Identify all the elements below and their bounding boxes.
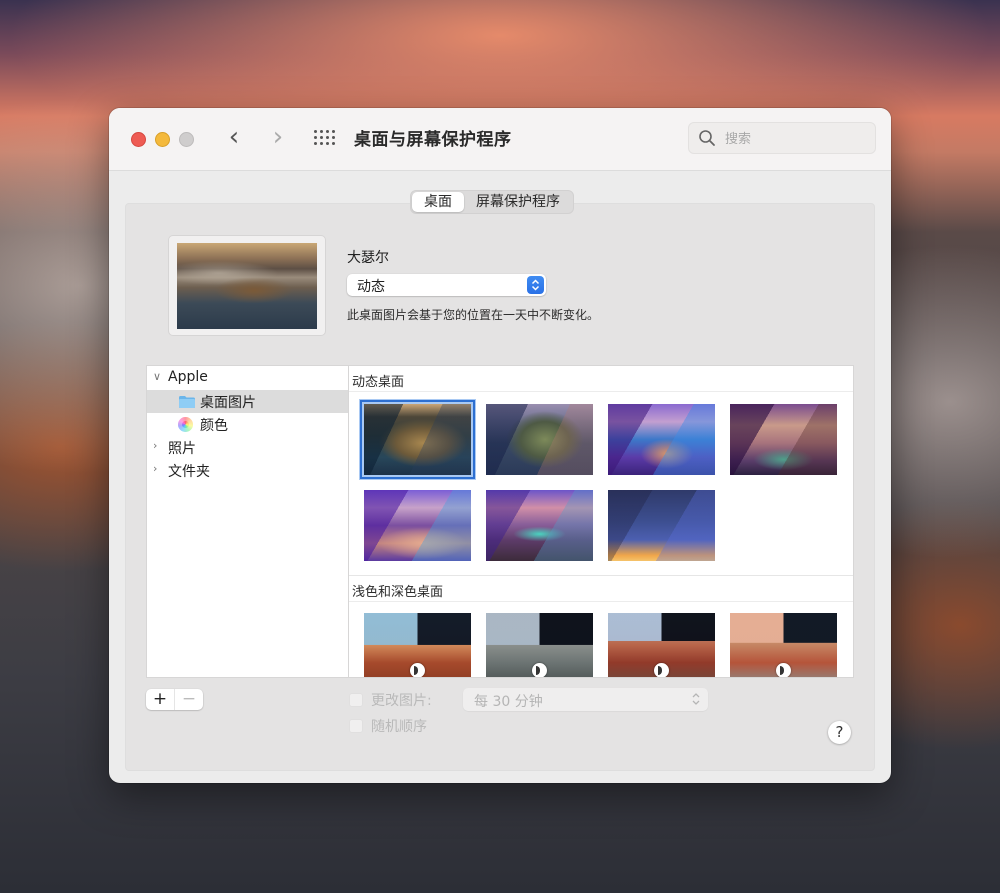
source-group-apple[interactable]: ∨ Apple bbox=[147, 367, 348, 390]
random-order-label: 随机顺序 bbox=[371, 719, 427, 735]
wallpaper-gallery[interactable]: 动态桌面 浅色和深色桌面 bbox=[348, 365, 854, 678]
wallpaper-thumb[interactable] bbox=[486, 490, 593, 561]
tab-desktop[interactable]: 桌面 bbox=[412, 192, 464, 212]
change-picture-checkbox[interactable] bbox=[349, 693, 363, 707]
tab-screensaver[interactable]: 屏幕保护程序 bbox=[464, 192, 572, 212]
light-dark-icon bbox=[410, 663, 425, 677]
source-group-folders[interactable]: › 文件夹 bbox=[147, 459, 348, 482]
chevron-right-icon[interactable]: › bbox=[153, 462, 157, 475]
back-button[interactable]: ‹ bbox=[222, 123, 246, 153]
current-wallpaper-preview bbox=[168, 235, 326, 336]
chevron-right-icon[interactable]: › bbox=[153, 439, 157, 452]
search-input[interactable] bbox=[723, 127, 872, 151]
appearance-mode-select[interactable]: 动态 bbox=[347, 274, 546, 296]
source-group-photos[interactable]: › 照片 bbox=[147, 436, 348, 459]
wallpaper-thumb[interactable] bbox=[364, 613, 471, 677]
search-field[interactable] bbox=[688, 122, 876, 154]
wallpaper-preview-image bbox=[177, 243, 317, 329]
folder-icon bbox=[179, 396, 195, 408]
light-dark-icon bbox=[776, 663, 791, 677]
wallpaper-thumb[interactable] bbox=[730, 613, 837, 677]
system-preferences-window: ‹ › 桌面与屏幕保护程序 桌面 屏幕保护程序 大瑟尔 动态 bbox=[109, 108, 891, 783]
close-button[interactable] bbox=[131, 132, 146, 147]
change-interval-select[interactable]: 每 30 分钟 bbox=[463, 688, 708, 711]
change-picture-label: 更改图片: bbox=[371, 693, 432, 709]
help-button[interactable]: ? bbox=[828, 721, 851, 744]
mode-description: 此桌面图片会基于您的位置在一天中不断变化。 bbox=[347, 308, 600, 322]
add-folder-button[interactable]: + bbox=[146, 689, 175, 710]
wallpaper-thumb[interactable] bbox=[608, 490, 715, 561]
wallpaper-thumb[interactable] bbox=[730, 404, 837, 475]
window-title: 桌面与屏幕保护程序 bbox=[354, 130, 512, 150]
wallpaper-thumb[interactable] bbox=[608, 404, 715, 475]
source-list: ∨ Apple 桌面图片 颜色 › 照片 › 文件夹 bbox=[146, 365, 348, 678]
random-order-checkbox[interactable] bbox=[349, 719, 363, 733]
interval-value: 每 30 分钟 bbox=[474, 694, 543, 710]
section-header-light-dark: 浅色和深色桌面 bbox=[349, 576, 853, 602]
section-header-dynamic: 动态桌面 bbox=[349, 366, 853, 392]
wallpaper-thumb[interactable] bbox=[364, 490, 471, 561]
remove-folder-button[interactable]: − bbox=[175, 689, 203, 710]
light-dark-icon bbox=[654, 663, 669, 677]
wallpaper-thumb[interactable] bbox=[360, 400, 475, 479]
source-item-colors[interactable]: 颜色 bbox=[147, 413, 348, 436]
chevron-left-icon: ‹ bbox=[228, 122, 240, 152]
minimize-button[interactable] bbox=[155, 132, 170, 147]
popup-stepper-icon bbox=[692, 693, 700, 705]
mode-select-value: 动态 bbox=[357, 279, 385, 295]
forward-button[interactable]: › bbox=[266, 123, 290, 153]
source-item-desktop-pictures[interactable]: 桌面图片 bbox=[147, 390, 348, 413]
wallpaper-name: 大瑟尔 bbox=[347, 250, 389, 266]
chevron-right-icon: › bbox=[272, 122, 284, 152]
wallpaper-thumb[interactable] bbox=[608, 613, 715, 677]
wallpaper-thumb[interactable] bbox=[486, 613, 593, 677]
title-bar: ‹ › 桌面与屏幕保护程序 bbox=[109, 108, 891, 171]
tab-segmented-control: 桌面 屏幕保护程序 bbox=[410, 190, 574, 214]
color-wheel-icon bbox=[178, 417, 193, 432]
popup-stepper-icon bbox=[527, 276, 544, 294]
wallpaper-thumb[interactable] bbox=[486, 404, 593, 475]
search-icon bbox=[699, 130, 715, 146]
light-dark-icon bbox=[532, 663, 547, 677]
zoom-button[interactable] bbox=[179, 132, 194, 147]
chevron-down-icon[interactable]: ∨ bbox=[153, 370, 161, 383]
add-remove-control: + − bbox=[146, 689, 203, 710]
show-all-grid-icon[interactable] bbox=[314, 130, 336, 147]
